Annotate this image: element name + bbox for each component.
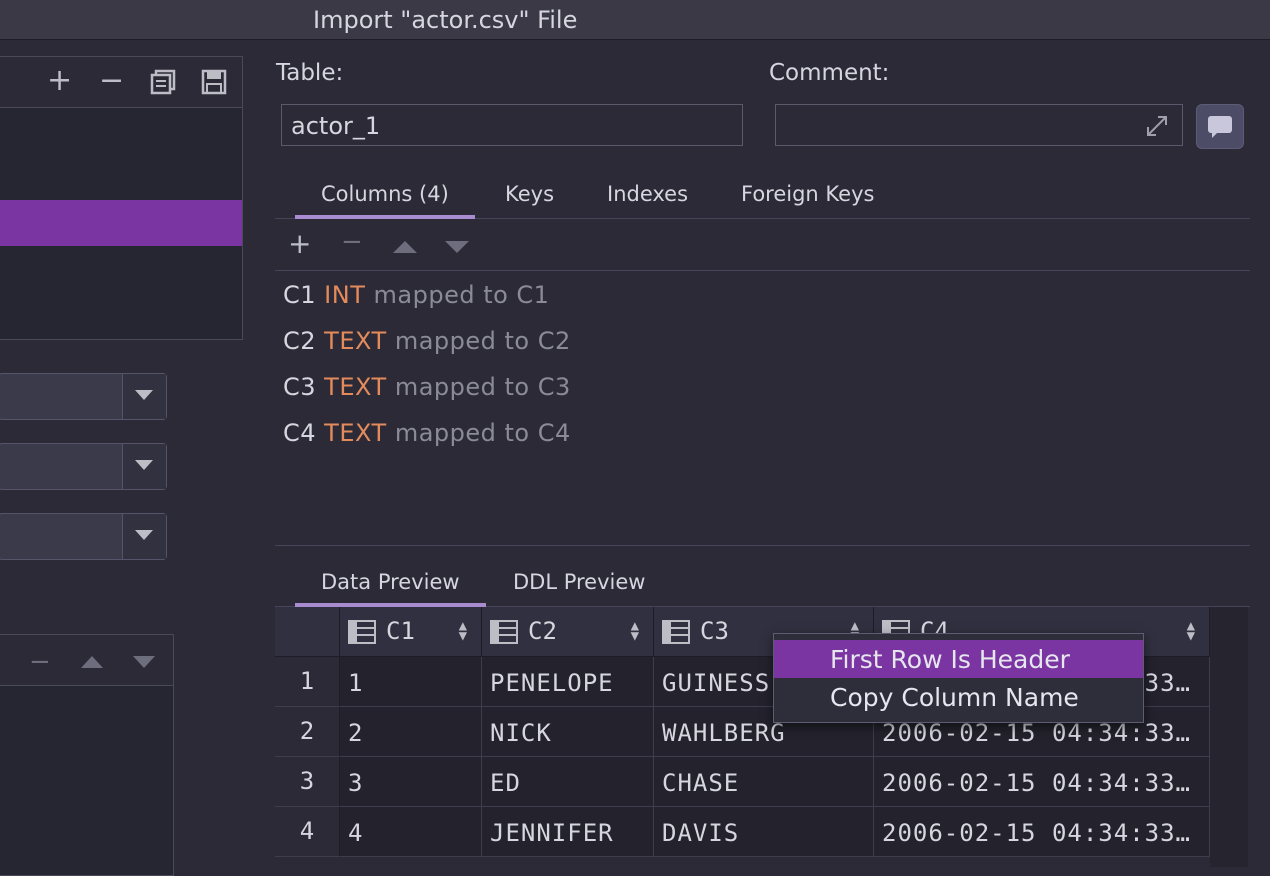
column-icon [348, 620, 376, 644]
row-number: 2 [275, 707, 340, 757]
grid-cell[interactable]: DAVIS [654, 807, 874, 857]
column-row[interactable]: C1 INT mapped to C1 [283, 281, 549, 309]
grid-cell[interactable]: PENELOPE [482, 657, 654, 707]
sort-icon[interactable]: ▲▼ [459, 619, 467, 643]
comment-label: Comment: [769, 60, 890, 86]
column-mapping: mapped to C4 [394, 419, 571, 447]
sort-icon[interactable]: ▲▼ [1187, 619, 1195, 643]
grid-cell[interactable]: 3 [340, 757, 482, 807]
left-list-panel: + − [0, 56, 243, 340]
grid-cell[interactable]: JENNIFER [482, 807, 654, 857]
menu-item-first-row-is-header[interactable]: First Row Is Header [774, 640, 1143, 678]
grid-cell[interactable]: ED [482, 757, 654, 807]
row-number: 3 [275, 757, 340, 807]
chevron-down-icon[interactable] [122, 514, 166, 559]
grid-cell[interactable]: CHASE [654, 757, 874, 807]
expand-icon[interactable] [1145, 114, 1169, 142]
duplicate-icon[interactable] [150, 69, 176, 99]
table-label: Table: [276, 60, 344, 86]
section-divider [275, 545, 1250, 546]
grid-scroll-area[interactable] [1210, 607, 1248, 867]
column-icon [662, 620, 690, 644]
columns-toolbar: + − [275, 222, 1250, 271]
tab-columns[interactable]: Columns (4) [295, 182, 475, 219]
move-up-icon[interactable] [81, 653, 103, 672]
row-number: 4 [275, 807, 340, 857]
remove-icon[interactable]: − [99, 66, 124, 96]
left-combo-3[interactable] [0, 513, 167, 560]
column-row[interactable]: C3 TEXT mapped to C3 [283, 373, 571, 401]
add-icon[interactable]: + [47, 66, 72, 96]
column-mapping: mapped to C2 [394, 327, 571, 355]
grid-header-c2[interactable]: C2 ▲ ▼ [482, 607, 654, 657]
left-list-toolbar: + − [0, 57, 242, 108]
row-number-header [275, 607, 340, 657]
chevron-down-icon[interactable] [122, 374, 166, 419]
table-name-input[interactable]: actor_1 [281, 104, 743, 146]
grid-cell[interactable]: 1 [340, 657, 482, 707]
column-name: C2 [283, 327, 317, 355]
grid-cell[interactable]: NICK [482, 707, 654, 757]
speech-bubble-icon [1208, 116, 1232, 138]
left-lower-panel: − [0, 634, 174, 876]
add-column-icon[interactable]: + [288, 227, 311, 260]
column-type: TEXT [324, 327, 387, 355]
menu-item-copy-column-name[interactable]: Copy Column Name [774, 678, 1143, 716]
tab-indexes[interactable]: Indexes [607, 182, 688, 206]
sort-icon[interactable]: ▲▼ [631, 619, 639, 643]
column-name: C3 [283, 373, 317, 401]
column-mapping: mapped to C3 [394, 373, 571, 401]
grid-cell[interactable]: 4 [340, 807, 482, 857]
remove-column-icon[interactable]: − [341, 227, 363, 257]
move-up-icon[interactable] [393, 238, 417, 257]
column-mapping: mapped to C1 [373, 281, 550, 309]
grid-header-c1[interactable]: C1 ▲ ▼ [340, 607, 482, 657]
tab-foreign-keys[interactable]: Foreign Keys [741, 182, 874, 206]
tab-data-preview[interactable]: Data Preview [295, 570, 486, 607]
column-type: INT [324, 281, 366, 309]
move-down-icon[interactable] [445, 238, 469, 257]
column-row[interactable]: C4 TEXT mapped to C4 [283, 419, 571, 447]
tab-keys[interactable]: Keys [505, 182, 554, 206]
remove-icon[interactable]: − [29, 647, 51, 677]
header-context-menu: First Row Is Header Copy Column Name [773, 633, 1144, 723]
column-name: C4 [283, 419, 317, 447]
selected-list-item[interactable] [0, 200, 242, 246]
save-icon[interactable] [201, 69, 227, 99]
column-row[interactable]: C2 TEXT mapped to C2 [283, 327, 571, 355]
chevron-down-icon[interactable] [122, 444, 166, 489]
comment-input[interactable] [775, 104, 1183, 146]
comment-editor-button[interactable] [1196, 104, 1244, 149]
grid-cell[interactable]: 2 [340, 707, 482, 757]
row-number: 1 [275, 657, 340, 707]
left-combo-2[interactable] [0, 443, 167, 490]
column-icon [490, 620, 518, 644]
move-down-icon[interactable] [133, 653, 155, 672]
grid-cell[interactable]: 2006-02-15 04:34:33… [874, 807, 1210, 857]
grid-cell[interactable]: 2006-02-15 04:34:33… [874, 757, 1210, 807]
tab-ddl-preview[interactable]: DDL Preview [513, 570, 645, 594]
title-bar: Import "actor.csv" File [0, 0, 1270, 40]
structure-tabs: Columns (4) Keys Indexes Foreign Keys [275, 172, 1250, 219]
column-type: TEXT [324, 419, 387, 447]
left-lower-toolbar: − [0, 635, 173, 686]
preview-tabs: Data Preview DDL Preview [275, 560, 1250, 607]
column-type: TEXT [324, 373, 387, 401]
left-combo-1[interactable] [0, 373, 167, 420]
column-name: C1 [283, 281, 317, 309]
window-title: Import "actor.csv" File [313, 6, 578, 34]
